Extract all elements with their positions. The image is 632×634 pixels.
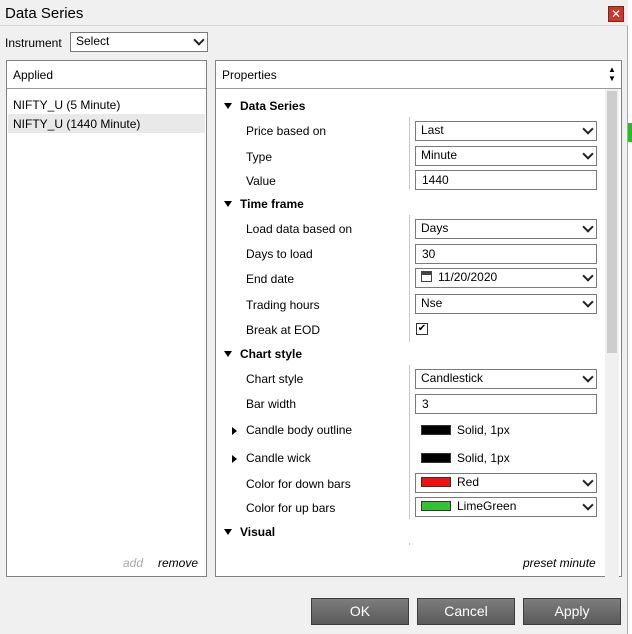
chevron-down-icon xyxy=(582,270,594,282)
applied-item-5min[interactable]: NIFTY_U (5 Minute) xyxy=(8,95,205,114)
chevron-down-icon xyxy=(193,34,205,46)
sort-arrows-icon[interactable]: ▲ ▼ xyxy=(608,65,618,83)
chevron-down-icon xyxy=(582,296,594,308)
column-divider xyxy=(409,117,410,189)
trading-hours-value: Nse xyxy=(421,296,443,310)
candle-body-outline-label: Candle body outline xyxy=(246,423,353,437)
stroke-text: Solid, 1px xyxy=(457,423,510,437)
expand-triangle-icon[interactable] xyxy=(232,427,237,435)
chart-style-label: Chart style xyxy=(246,372,304,386)
candle-wick-label: Candle wick xyxy=(246,451,311,465)
color-swatch xyxy=(421,500,451,511)
color-up-bars-select[interactable]: LimeGreen xyxy=(415,497,597,517)
chevron-down-icon xyxy=(582,475,594,487)
close-icon[interactable]: ✕ xyxy=(608,6,624,22)
expand-triangle-icon[interactable] xyxy=(232,455,237,463)
bar-width-label: Bar width xyxy=(246,397,297,411)
collapse-triangle-icon xyxy=(224,200,232,207)
applied-header: Applied xyxy=(7,61,206,89)
collapse-triangle-icon xyxy=(224,350,232,357)
chevron-down-icon xyxy=(582,123,594,135)
price-based-on-label: Price based on xyxy=(246,124,327,138)
properties-title: Properties xyxy=(222,68,277,82)
type-select[interactable]: Minute xyxy=(415,146,597,166)
remove-link[interactable]: remove xyxy=(158,556,198,570)
chevron-down-icon xyxy=(582,221,594,233)
days-to-load-input[interactable]: 30 xyxy=(415,244,597,264)
section-title: Data Series xyxy=(240,99,306,113)
chevron-down-icon xyxy=(582,148,594,160)
preset-link[interactable]: preset minute xyxy=(523,556,596,570)
properties-scroll-thumb[interactable] xyxy=(607,91,617,353)
ok-button[interactable]: OK xyxy=(311,598,409,625)
color-swatch xyxy=(421,424,451,435)
type-label: Type xyxy=(246,150,273,164)
color-up-bars-label: Color for up bars xyxy=(246,501,336,515)
days-to-load-label: Days to load xyxy=(246,247,313,261)
bar-width-input[interactable]: 3 xyxy=(415,394,597,414)
instrument-select[interactable]: Select xyxy=(70,32,208,52)
background-chart-edge xyxy=(628,0,632,634)
color-up-value: LimeGreen xyxy=(457,499,517,513)
section-title: Visual xyxy=(240,525,276,539)
calendar-icon xyxy=(421,271,432,283)
stroke-text: Solid, 1px xyxy=(457,451,510,465)
collapse-triangle-icon xyxy=(224,102,232,109)
properties-panel: Properties ▲ ▼ Data Series Price based on… xyxy=(215,60,622,579)
section-time-frame[interactable]: Time frame xyxy=(224,197,304,211)
break-at-eod-label: Break at EOD xyxy=(246,323,321,337)
end-date-label: End date xyxy=(246,272,295,286)
applied-panel: Applied NIFTY_U (5 Minute) NIFTY_U (1440… xyxy=(6,60,207,577)
price-based-on-value: Last xyxy=(421,123,444,137)
value-label: Value xyxy=(246,174,276,188)
load-data-based-on-value: Days xyxy=(421,221,449,235)
color-down-bars-select[interactable]: Red xyxy=(415,473,597,493)
chart-style-value: Candlestick xyxy=(421,371,484,385)
section-title: Time frame xyxy=(240,197,304,211)
section-data-series[interactable]: Data Series xyxy=(224,99,305,113)
load-data-based-on-select[interactable]: Days xyxy=(415,219,597,239)
load-data-based-on-label: Load data based on xyxy=(246,222,353,236)
trading-hours-select[interactable]: Nse xyxy=(415,294,597,314)
properties-header: Properties xyxy=(216,61,621,89)
add-link[interactable]: add xyxy=(123,556,143,570)
chevron-down-icon xyxy=(582,371,594,383)
end-date-value: 11/20/2020 xyxy=(438,270,498,284)
candle-body-outline-value[interactable]: Solid, 1px xyxy=(421,423,510,437)
section-chart-style[interactable]: Chart style xyxy=(224,347,302,361)
price-based-on-select[interactable]: Last xyxy=(415,121,597,141)
section-visual[interactable]: Visual xyxy=(224,525,275,539)
chart-style-select[interactable]: Candlestick xyxy=(415,369,597,389)
candle-wick-value[interactable]: Solid, 1px xyxy=(421,451,510,465)
applied-item-1440min[interactable]: NIFTY_U (1440 Minute) xyxy=(8,114,205,133)
value-input[interactable]: 1440 xyxy=(415,170,597,190)
column-divider xyxy=(409,365,410,519)
color-swatch xyxy=(421,452,451,463)
background-chart-bar xyxy=(628,123,632,142)
color-swatch xyxy=(421,476,451,487)
instrument-select-value: Select xyxy=(76,34,110,48)
title-bar: Data Series ✕ xyxy=(0,0,628,26)
apply-button[interactable]: Apply xyxy=(523,598,621,625)
column-divider xyxy=(409,543,410,545)
color-down-value: Red xyxy=(457,475,480,489)
trading-hours-label: Trading hours xyxy=(246,298,320,312)
break-at-eod-checkbox[interactable]: ✔ xyxy=(416,323,428,335)
window-title: Data Series xyxy=(5,5,84,22)
cancel-button[interactable]: Cancel xyxy=(417,598,515,625)
collapse-triangle-icon xyxy=(224,528,232,535)
color-down-bars-label: Color for down bars xyxy=(246,477,351,491)
data-series-dialog: Data Series ✕ Instrument Select Applied … xyxy=(0,0,628,634)
end-date-picker[interactable]: 11/20/2020 xyxy=(415,268,597,288)
column-divider xyxy=(409,215,410,342)
instrument-label: Instrument xyxy=(5,36,62,50)
type-value: Minute xyxy=(421,148,458,162)
chevron-down-icon xyxy=(582,499,594,511)
section-title: Chart style xyxy=(240,347,303,361)
